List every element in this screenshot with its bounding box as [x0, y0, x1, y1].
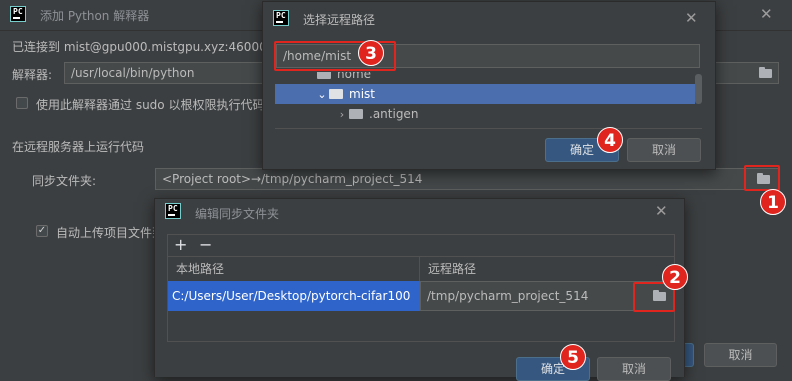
sudo-checkbox[interactable]: [16, 97, 28, 109]
remote-path-dialog: PC 选择远程路径 ✕ /home/mist home ⌄ mist › .anti…: [262, 1, 716, 170]
main-cancel-button[interactable]: 取消: [704, 343, 777, 367]
remote-file-tree[interactable]: home ⌄ mist › .antigen: [275, 72, 702, 128]
sync-folder-value: <Project root>→/tmp/pycharm_project_514: [162, 172, 423, 186]
sync-folders-dialog: PC 编辑同步文件夹 ✕ + − 本地路径 远程路径 C:/Users/User…: [154, 198, 685, 381]
connected-label: 已连接到 mist@gpu000.mistgpu.xyz:46000: [12, 40, 267, 54]
remote-path-title: 选择远程路径: [303, 13, 376, 27]
table-cell-local-path[interactable]: C:/Users/User/Desktop/pytorch-cifar100: [168, 281, 420, 311]
pycharm-logo: PC: [10, 6, 26, 22]
tree-row-home[interactable]: home: [275, 72, 702, 84]
divider: [275, 128, 702, 129]
sync-folders-cancel-button[interactable]: 取消: [597, 357, 671, 381]
highlight-box-1: [744, 165, 780, 191]
main-close-icon[interactable]: ✕: [760, 7, 773, 22]
column-header-local-path[interactable]: 本地路径: [168, 257, 420, 281]
sync-folders-title: 编辑同步文件夹: [195, 207, 280, 221]
tree-row-mist[interactable]: ⌄ mist: [275, 84, 695, 104]
chevron-down-icon[interactable]: ⌄: [315, 85, 329, 105]
folder-icon: [329, 88, 343, 99]
pycharm-logo: PC: [165, 203, 181, 219]
sync-folders-panel: + − 本地路径 远程路径 C:/Users/User/Desktop/pyto…: [167, 234, 675, 342]
sync-folders-close-icon[interactable]: ✕: [655, 204, 668, 219]
tree-row-antigen[interactable]: › .antigen: [275, 104, 695, 124]
interpreter-value: /usr/local/bin/python: [71, 66, 195, 80]
sync-folder-label: 同步文件夹:: [32, 174, 97, 188]
interpreter-browse-button[interactable]: [754, 63, 776, 83]
remove-icon[interactable]: −: [199, 235, 212, 255]
main-dialog-title: 添加 Python 解释器: [40, 9, 150, 23]
folder-icon: [758, 66, 772, 78]
annotation-badge-2: 2: [662, 264, 688, 290]
auto-upload-label: 自动上传项目文件到: [56, 226, 165, 240]
section-title: 在远程服务器上运行代码: [12, 140, 145, 154]
annotation-badge-1: 1: [760, 189, 786, 215]
sudo-label: 使用此解释器通过 sudo 以根权限执行代码: [36, 98, 265, 112]
annotation-badge-3: 3: [358, 40, 384, 66]
tree-scrollbar[interactable]: [695, 74, 702, 104]
remote-path-cancel-button[interactable]: 取消: [627, 138, 701, 162]
chevron-right-icon[interactable]: ›: [335, 105, 349, 125]
column-header-remote-path[interactable]: 远程路径: [420, 257, 674, 281]
remote-path-cell-value: /tmp/pycharm_project_514: [427, 289, 589, 303]
pycharm-logo: PC: [273, 10, 289, 26]
annotation-badge-5: 5: [560, 344, 586, 370]
annotation-badge-4: 4: [597, 127, 623, 153]
sync-folder-field[interactable]: <Project root>→/tmp/pycharm_project_514: [155, 168, 779, 190]
interpreter-label: 解释器:: [12, 68, 53, 82]
add-icon[interactable]: +: [174, 235, 187, 255]
folder-icon: [317, 72, 331, 79]
auto-upload-checkbox[interactable]: ✓: [36, 225, 48, 237]
remote-path-close-icon[interactable]: ✕: [685, 11, 698, 26]
folder-icon: [349, 108, 363, 119]
